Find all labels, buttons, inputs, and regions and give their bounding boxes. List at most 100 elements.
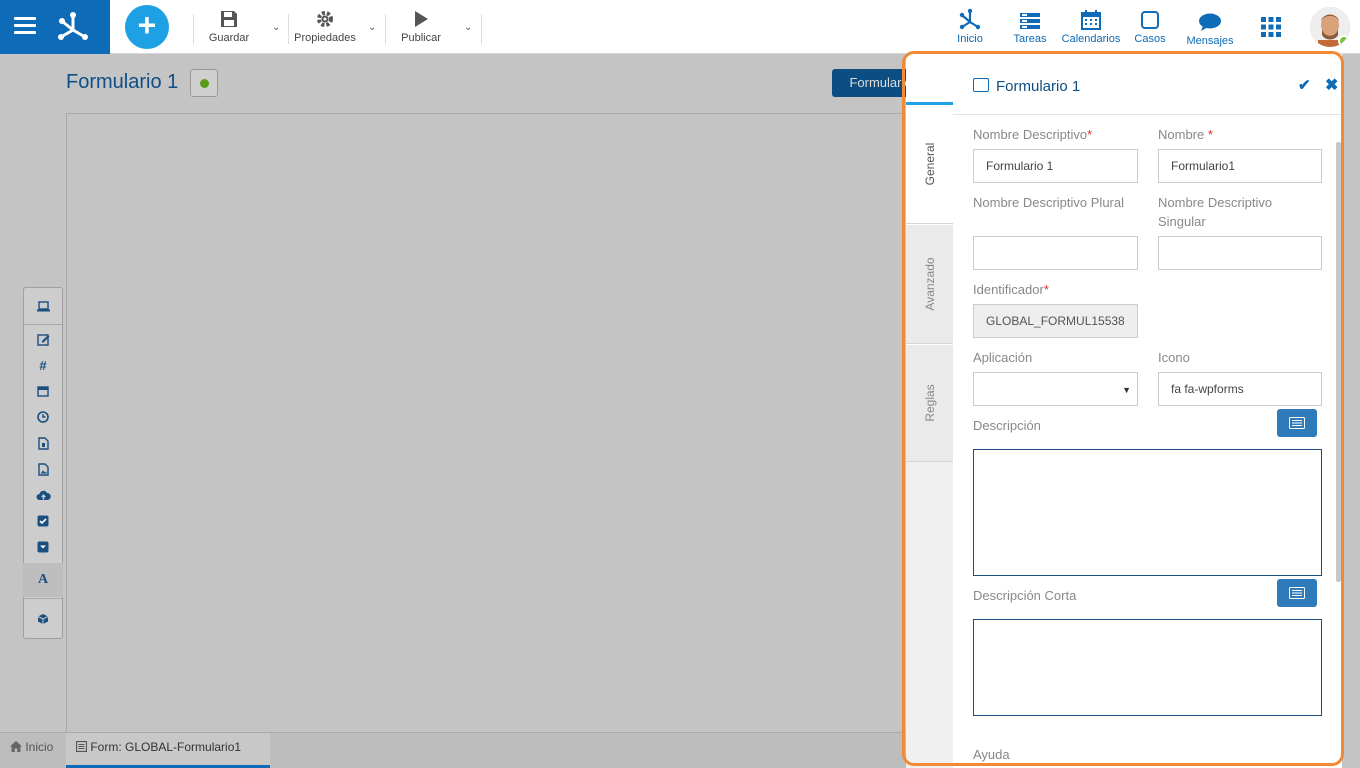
nav-calendars[interactable]: Calendarios: [1060, 8, 1122, 45]
brand-area: [0, 0, 110, 54]
cloud-upload-icon[interactable]: [24, 485, 62, 505]
publish-label: Publicar: [401, 32, 441, 44]
nombre-singular-input[interactable]: [1158, 236, 1322, 270]
panel-side-tabs: General Avanzado Reglas: [906, 102, 953, 768]
descripcion-label: Descripción: [973, 418, 1041, 433]
nav-messages-label: Mensajes: [1186, 35, 1234, 47]
nombre-label: Nombre *: [1158, 127, 1213, 142]
close-icon[interactable]: ✖: [1325, 75, 1338, 95]
tab-avanzado-label: Avanzado: [922, 257, 937, 311]
square-icon: [1130, 8, 1170, 30]
apps-grid-icon[interactable]: [1261, 17, 1281, 42]
nav-cases[interactable]: Casos: [1130, 8, 1170, 45]
status-indicator[interactable]: [190, 69, 218, 97]
floppy-disk-icon: [207, 9, 251, 29]
ayuda-label: Ayuda: [973, 747, 1010, 762]
tab-inicio-label: Inicio: [25, 740, 54, 754]
home-network-icon: [950, 8, 990, 30]
gear-icon: [292, 9, 358, 29]
nav-home-label: Inicio: [957, 33, 983, 45]
tab-form-global-formulario1[interactable]: Form: GLOBAL-Formulario1 ✖: [66, 733, 270, 768]
tab-form-label: Form: GLOBAL-Formulario1: [90, 740, 242, 754]
nombre-plural-input[interactable]: [973, 236, 1138, 270]
save-button[interactable]: Guardar: [207, 9, 251, 44]
add-button[interactable]: +: [125, 5, 169, 49]
calendar-icon: [1060, 8, 1122, 30]
home-icon: [10, 734, 22, 762]
properties-panel: General Avanzado Reglas Formulario 1 ✔ ✖…: [906, 54, 1342, 768]
chat-bubble-icon: [1184, 10, 1236, 32]
nav-messages[interactable]: Mensajes: [1184, 10, 1236, 47]
descripcion-textarea[interactable]: [973, 449, 1322, 576]
text-font-icon[interactable]: A: [23, 563, 63, 597]
tab-reglas[interactable]: Reglas: [906, 344, 953, 462]
toolbar-divider: [481, 14, 482, 44]
tasks-icon: [1010, 8, 1050, 30]
publish-dropdown-chevron-icon[interactable]: ⌄: [464, 22, 472, 33]
descripcion-corta-label: Descripción Corta: [973, 588, 1077, 603]
panel-title: Formulario 1: [996, 78, 1081, 95]
tab-inicio[interactable]: Inicio: [0, 733, 64, 768]
icono-label: Icono: [1158, 350, 1190, 365]
properties-button[interactable]: Propiedades: [292, 9, 358, 44]
form-list-icon: [75, 734, 88, 762]
panel-header: Formulario 1 ✔ ✖: [953, 54, 1342, 115]
toolbar-divider: [193, 14, 194, 44]
nav-tasks[interactable]: Tareas: [1010, 8, 1050, 45]
status-dot: [200, 79, 209, 88]
tab-general-label: General: [922, 142, 937, 186]
hamburger-menu-icon[interactable]: [14, 17, 36, 35]
nav-calendars-label: Calendarios: [1061, 33, 1121, 45]
file-money-icon[interactable]: [24, 433, 62, 453]
nav-cases-label: Casos: [1134, 33, 1166, 45]
form-icon: [973, 78, 989, 92]
descripcion-corta-editor-button[interactable]: [1277, 579, 1317, 607]
control-palette: # A: [23, 287, 63, 639]
keyboard-icon: [1289, 587, 1305, 599]
dropdown-box-icon[interactable]: [24, 537, 62, 557]
cube-icon[interactable]: [24, 609, 62, 629]
aplicacion-label: Aplicación: [973, 350, 1033, 365]
keyboard-icon: [1289, 417, 1305, 429]
aplicacion-select[interactable]: ▼: [973, 372, 1138, 406]
edit-text-icon[interactable]: [24, 329, 62, 349]
laptop-icon[interactable]: [24, 296, 62, 316]
palette-divider: [24, 324, 62, 325]
hash-icon[interactable]: #: [24, 355, 62, 375]
save-label: Guardar: [208, 32, 250, 44]
nombre-input[interactable]: Formulario1: [1158, 149, 1322, 183]
palette-divider: [24, 598, 62, 599]
descripcion-editor-button[interactable]: [1277, 409, 1317, 437]
confirm-check-icon[interactable]: ✔: [1298, 76, 1311, 94]
nombre-descriptivo-label: Nombre Descriptivo*: [973, 127, 1093, 142]
descripcion-corta-textarea[interactable]: [973, 619, 1322, 716]
select-arrow-icon: ▼: [1122, 385, 1131, 395]
icono-input[interactable]: fa fa-wpforms: [1158, 372, 1322, 406]
publish-button[interactable]: Publicar: [398, 9, 444, 44]
checkbox-icon[interactable]: [24, 511, 62, 531]
tab-reglas-label: Reglas: [922, 384, 937, 422]
tab-general[interactable]: General: [906, 102, 953, 224]
panel-scrollbar[interactable]: [1336, 142, 1341, 582]
tab-avanzado[interactable]: Avanzado: [906, 224, 953, 344]
nav-tasks-label: Tareas: [1013, 33, 1047, 45]
app-logo-icon[interactable]: [56, 10, 90, 42]
identificador-label: Identificador*: [973, 282, 1049, 297]
nombre-descriptivo-input[interactable]: Formulario 1: [973, 149, 1138, 183]
online-status-dot: [1338, 35, 1350, 47]
page-title: Formulario 1: [66, 71, 179, 93]
calendar-icon[interactable]: [24, 381, 62, 401]
properties-dropdown-chevron-icon[interactable]: ⌄: [368, 22, 376, 33]
form-design-canvas[interactable]: [66, 113, 966, 733]
identificador-input[interactable]: GLOBAL_FORMUL15538: [973, 304, 1138, 338]
nombre-singular-label: Nombre Descriptivo Singular: [1158, 195, 1273, 229]
nombre-plural-label: Nombre Descriptivo Plural: [973, 195, 1124, 210]
clock-icon[interactable]: [24, 407, 62, 427]
top-bar: + Guardar ⌄ Propiedades ⌄ Publicar ⌄ Ini…: [0, 0, 1360, 54]
image-icon[interactable]: [24, 459, 62, 479]
nav-home[interactable]: Inicio: [950, 8, 990, 45]
toolbar-divider: [385, 14, 386, 44]
toolbar-divider: [288, 14, 289, 44]
save-dropdown-chevron-icon[interactable]: ⌄: [272, 22, 280, 33]
user-avatar[interactable]: [1310, 7, 1350, 47]
